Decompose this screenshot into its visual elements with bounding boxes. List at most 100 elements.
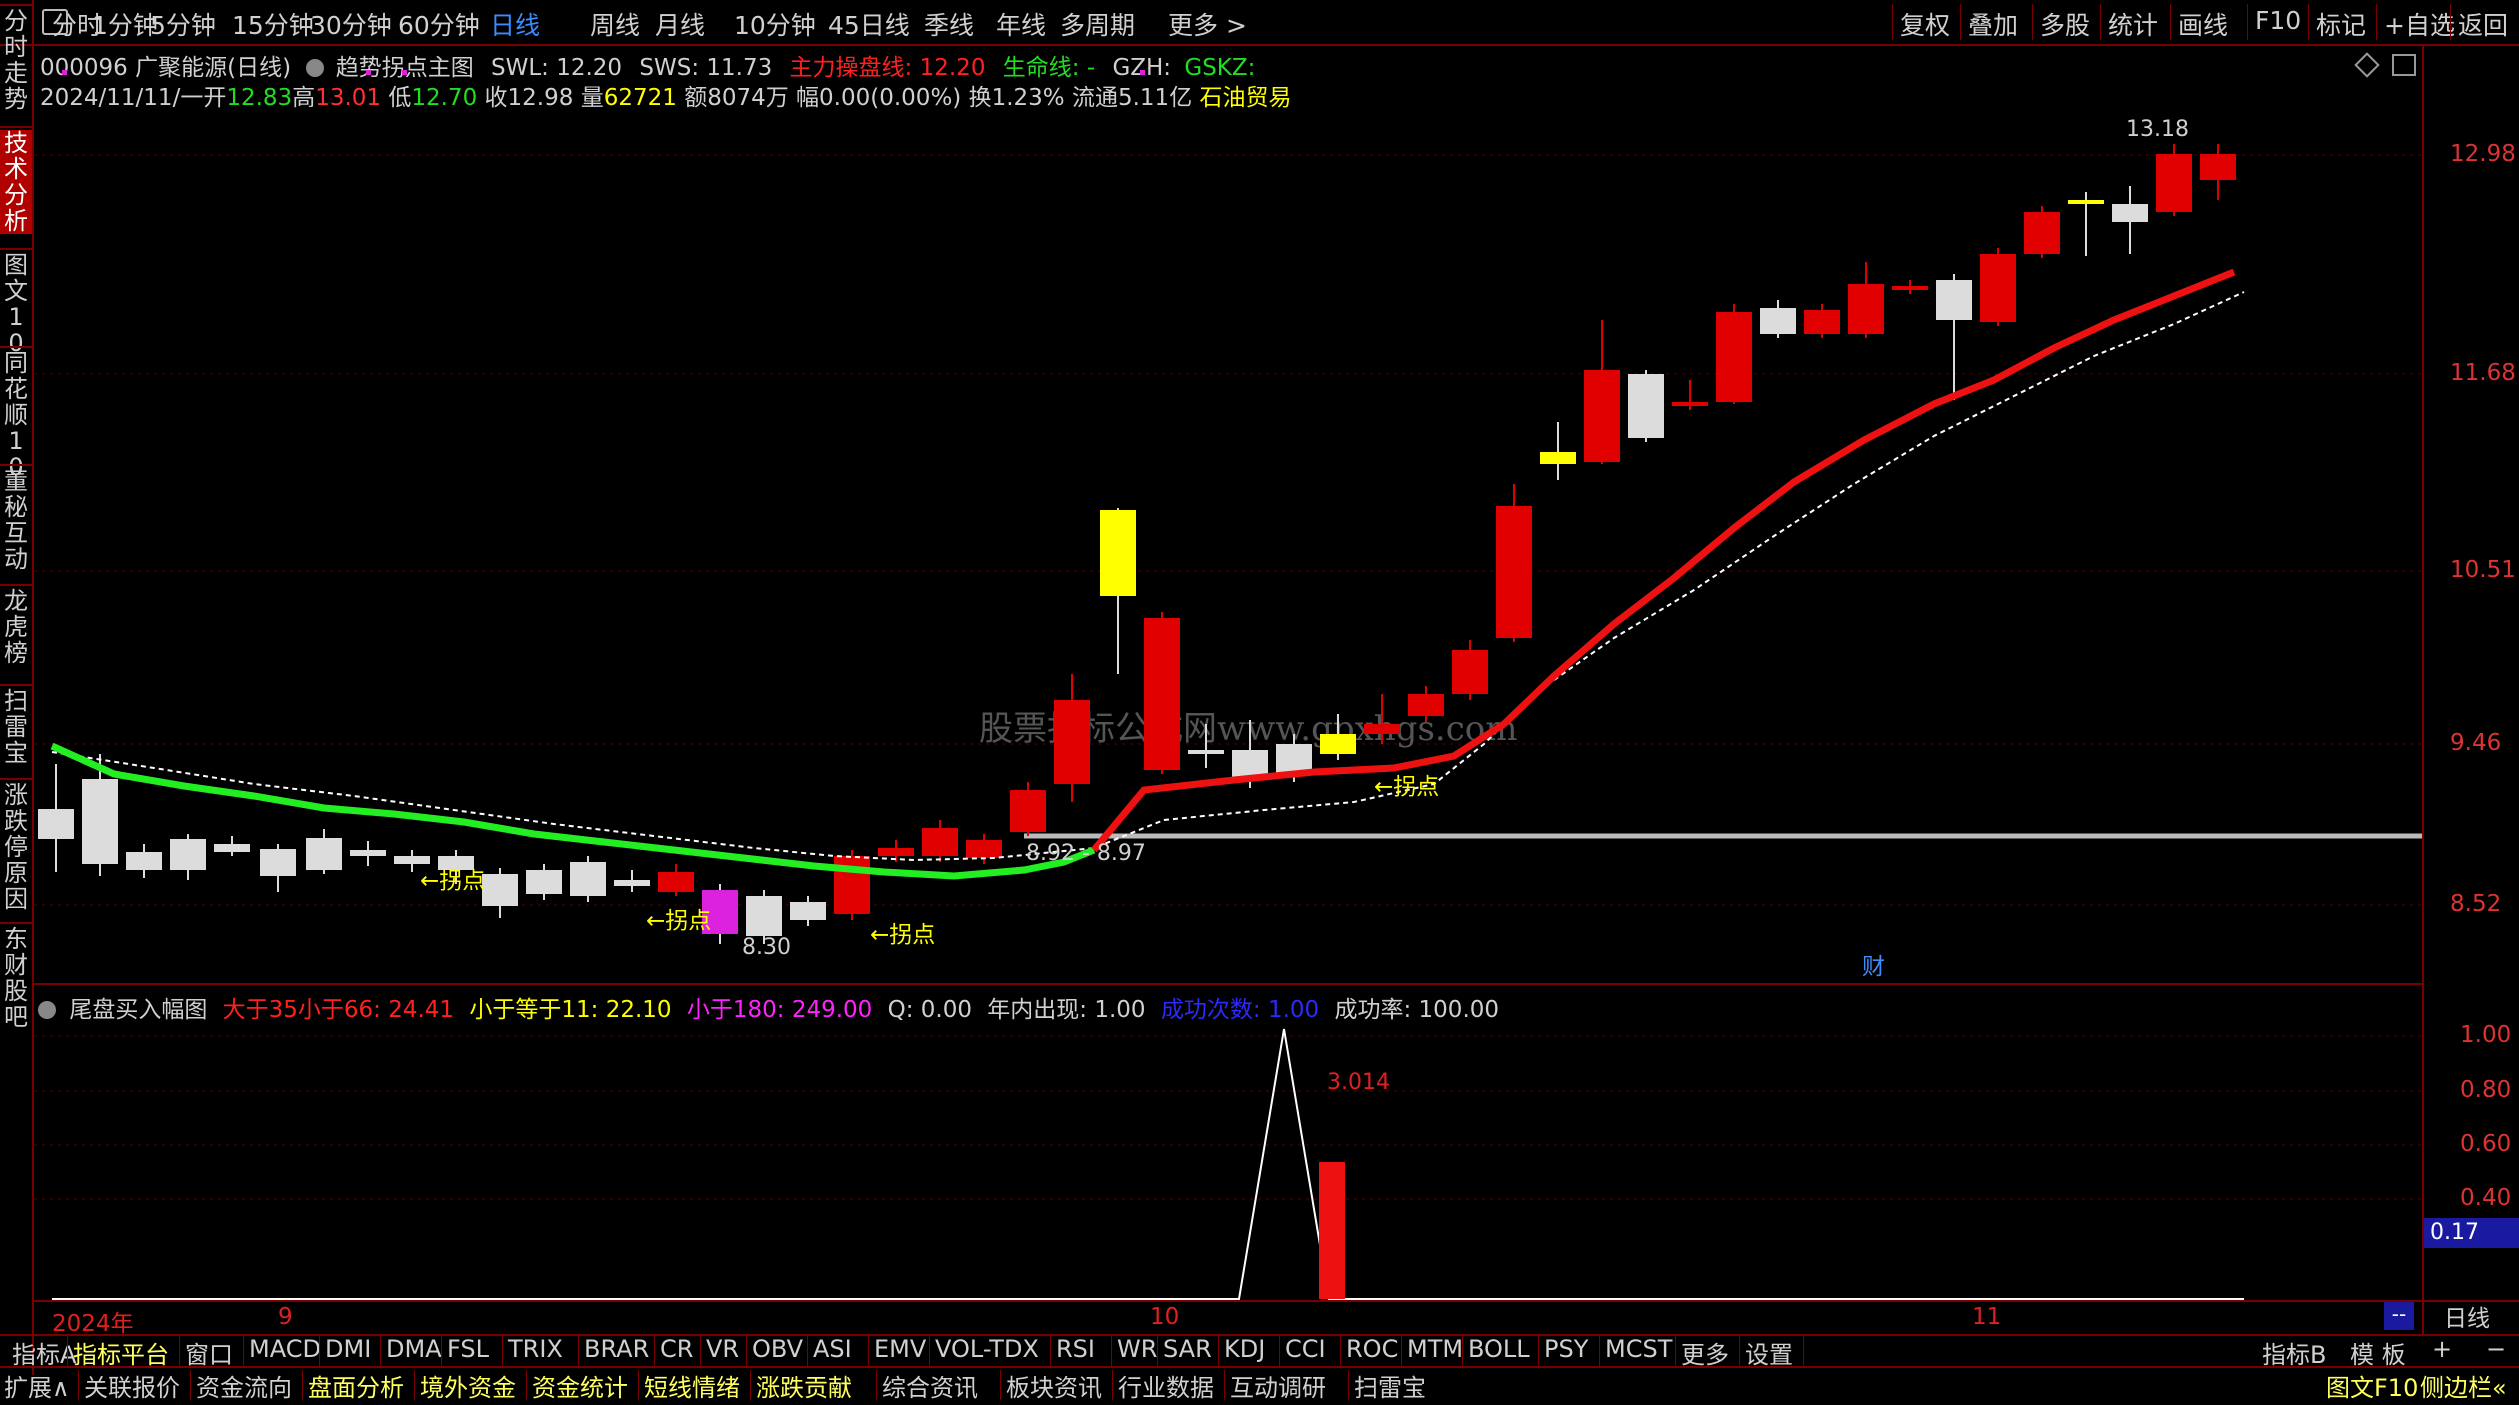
toolbar-button-1[interactable]: 叠加 bbox=[1968, 6, 2018, 42]
left-tab-3[interactable]: 同花顺10 bbox=[0, 350, 32, 480]
date-right-label[interactable]: 日线 bbox=[2424, 1300, 2519, 1336]
indicator-tab-13[interactable]: EMV bbox=[874, 1335, 926, 1363]
bottom-tab-12[interactable]: 扫雷宝 bbox=[1354, 1368, 1426, 1403]
toolbar-button-6[interactable]: 标记 bbox=[2316, 6, 2366, 42]
bottom-tab-separator bbox=[526, 1370, 527, 1400]
indicator-tab-17[interactable]: SAR bbox=[1163, 1335, 1212, 1363]
bottom-tab-separator bbox=[1348, 1370, 1349, 1400]
period-tab-6[interactable]: 日线 bbox=[490, 6, 540, 42]
candle bbox=[2200, 154, 2236, 180]
toolbar-button-4[interactable]: 画线 bbox=[2178, 6, 2228, 42]
indicator-tab-8[interactable]: BRAR bbox=[584, 1335, 649, 1363]
indicator-tab-20[interactable]: ROC bbox=[1346, 1335, 1398, 1363]
indicator-tab-25[interactable]: 更多 bbox=[1681, 1335, 1729, 1370]
period-tab-5[interactable]: 60分钟 bbox=[398, 6, 480, 42]
indicator-tab-1[interactable]: 指标平台 bbox=[73, 1335, 169, 1370]
bottom-tab-3[interactable]: 盘面分析 bbox=[308, 1368, 404, 1403]
indicator-tab-11[interactable]: OBV bbox=[752, 1335, 803, 1363]
bottom-tab-8[interactable]: 综合资讯 bbox=[882, 1368, 978, 1403]
indicator-right-3[interactable]: − bbox=[2486, 1335, 2506, 1363]
toolbar-button-3[interactable]: 统计 bbox=[2108, 6, 2158, 42]
bottom-tab-11[interactable]: 互动调研 bbox=[1230, 1368, 1326, 1403]
indicator-tab-21[interactable]: MTM bbox=[1407, 1335, 1463, 1363]
indicator-tab-26[interactable]: 设置 bbox=[1745, 1335, 1793, 1370]
period-tab-2[interactable]: 5分钟 bbox=[150, 6, 216, 42]
toolbar-button-5[interactable]: F10 bbox=[2255, 6, 2301, 35]
left-tab-separator bbox=[0, 4, 32, 6]
turn-point-label: ←拐点 bbox=[870, 922, 935, 948]
bottom-right-1[interactable]: 侧边栏« bbox=[2420, 1368, 2507, 1403]
tab-separator bbox=[1050, 1336, 1051, 1366]
toolbar-button-8[interactable]: 返回 bbox=[2458, 6, 2508, 42]
tab-separator bbox=[1279, 1336, 1280, 1366]
period-tab-12[interactable]: 年线 bbox=[996, 6, 1046, 42]
period-tab-9[interactable]: 10分钟 bbox=[734, 6, 816, 42]
sub-indicator-name[interactable]: 尾盘买入幅图 bbox=[69, 997, 207, 1023]
left-tab-4[interactable]: 董秘互动 bbox=[0, 468, 32, 572]
left-tab-separator bbox=[0, 248, 32, 250]
indicator-tab-3[interactable]: MACD bbox=[249, 1335, 321, 1363]
period-tab-13[interactable]: 多周期 bbox=[1060, 6, 1135, 42]
indicator-tab-12[interactable]: ASI bbox=[813, 1335, 852, 1363]
tab-separator bbox=[700, 1336, 701, 1366]
candle bbox=[1716, 312, 1752, 402]
candle bbox=[966, 840, 1002, 858]
bottom-tab-7[interactable]: 涨跌贡献 bbox=[756, 1368, 852, 1403]
indicator-tab-2[interactable]: 窗口 bbox=[185, 1335, 233, 1370]
left-tab-0[interactable]: 分时走势 bbox=[0, 8, 32, 112]
indicator-tab-14[interactable]: VOL-TDX bbox=[935, 1335, 1039, 1363]
indicator-tab-9[interactable]: CR bbox=[660, 1335, 693, 1363]
left-tab-7[interactable]: 涨跌停原因 bbox=[0, 782, 32, 912]
period-tab-1[interactable]: 1分钟 bbox=[92, 6, 158, 42]
indicator-right-2[interactable]: + bbox=[2432, 1335, 2452, 1363]
indicator-tab-18[interactable]: KDJ bbox=[1224, 1335, 1265, 1363]
indicator-tab-23[interactable]: PSY bbox=[1544, 1335, 1588, 1363]
left-tab-5[interactable]: 龙虎榜 bbox=[0, 588, 32, 666]
bottom-tab-0[interactable]: 扩展∧ bbox=[4, 1368, 70, 1403]
toolbar-button-2[interactable]: 多股 bbox=[2040, 6, 2090, 42]
indicator-tab-4[interactable]: DMI bbox=[325, 1335, 371, 1363]
candles bbox=[38, 144, 2236, 944]
bottom-right-0[interactable]: 图文F10 bbox=[2326, 1368, 2418, 1403]
bottom-tab-10[interactable]: 行业数据 bbox=[1118, 1368, 1214, 1403]
indicator-tab-19[interactable]: CCI bbox=[1285, 1335, 1326, 1363]
bottom-tab-2[interactable]: 资金流向 bbox=[196, 1368, 292, 1403]
bottom-tab-1[interactable]: 关联报价 bbox=[84, 1368, 180, 1403]
period-tab-3[interactable]: 15分钟 bbox=[232, 6, 314, 42]
candle bbox=[1364, 724, 1400, 734]
bottom-tab-separator bbox=[78, 1370, 79, 1400]
sub-axis-label-1: 0.80 bbox=[2460, 1077, 2512, 1103]
indicator-tab-5[interactable]: DMA bbox=[386, 1335, 442, 1363]
period-tab-14[interactable]: 更多 > bbox=[1168, 6, 1247, 42]
left-tab-2[interactable]: 图文10 bbox=[0, 252, 32, 356]
indicator-right-0[interactable]: 指标B bbox=[2262, 1335, 2326, 1370]
indicator-tab-7[interactable]: TRIX bbox=[508, 1335, 563, 1363]
indicator-tab-6[interactable]: FSL bbox=[447, 1335, 489, 1363]
indicator-tab-24[interactable]: MCST bbox=[1605, 1335, 1672, 1363]
toolbar-button-0[interactable]: 复权 bbox=[1900, 6, 1950, 42]
chevron-down-icon[interactable] bbox=[38, 1001, 56, 1019]
bottom-tab-5[interactable]: 资金统计 bbox=[532, 1368, 628, 1403]
toolbar-button-7[interactable]: +自选 bbox=[2384, 6, 2455, 42]
indicator-right-1[interactable]: 模 板 bbox=[2350, 1335, 2406, 1370]
left-tab-6[interactable]: 扫雷宝 bbox=[0, 688, 32, 766]
period-tab-4[interactable]: 30分钟 bbox=[310, 6, 392, 42]
candle bbox=[1892, 286, 1928, 290]
period-tab-10[interactable]: 45日线 bbox=[828, 6, 910, 42]
indicator-tab-22[interactable]: BOLL bbox=[1468, 1335, 1530, 1363]
candle bbox=[1054, 700, 1090, 784]
bottom-tab-6[interactable]: 短线情绪 bbox=[644, 1368, 740, 1403]
kline-chart[interactable]: 股票指标公式网www.gpxhgs.com 13.188.308.92 - 8.… bbox=[34, 44, 2422, 1334]
indicator-tab-15[interactable]: RSI bbox=[1056, 1335, 1095, 1363]
period-tab-7[interactable]: 周线 bbox=[590, 6, 640, 42]
indicator-tab-16[interactable]: WR bbox=[1117, 1335, 1157, 1363]
period-tab-11[interactable]: 季线 bbox=[924, 6, 974, 42]
sub-axis-label-0: 1.00 bbox=[2460, 1022, 2512, 1048]
indicator-tab-10[interactable]: VR bbox=[706, 1335, 739, 1363]
turn-point-label: ←拐点 bbox=[420, 868, 485, 894]
bottom-tab-4[interactable]: 境外资金 bbox=[420, 1368, 516, 1403]
left-tab-1[interactable]: 技术分析 bbox=[0, 130, 32, 234]
left-tab-8[interactable]: 东财股吧 bbox=[0, 926, 32, 1030]
period-tab-8[interactable]: 月线 bbox=[655, 6, 705, 42]
bottom-tab-9[interactable]: 板块资讯 bbox=[1006, 1368, 1102, 1403]
